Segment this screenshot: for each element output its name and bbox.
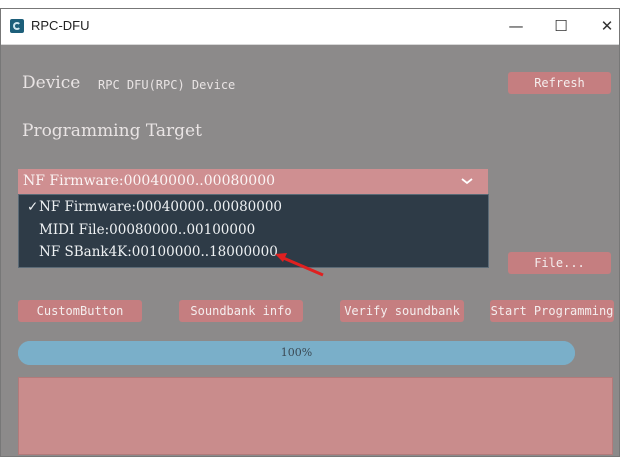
dropdown-option-label: MIDI File:00080000..00100000 xyxy=(39,222,256,238)
device-label: Device xyxy=(22,73,81,93)
window-title: RPC-DFU xyxy=(31,18,90,33)
chevron-down-icon[interactable] xyxy=(460,174,474,188)
file-button[interactable]: File... xyxy=(508,252,611,274)
soundbank-info-button[interactable]: Soundbank info xyxy=(179,300,303,322)
log-output[interactable] xyxy=(18,377,613,455)
programming-target-dropdown: ✓NF Firmware:00040000..00080000 MIDI Fil… xyxy=(18,194,489,268)
verify-soundbank-button[interactable]: Verify soundbank xyxy=(340,300,464,322)
app-window: RPC-DFU — ☐ ✕ Device RPC DFU(RPC) Device… xyxy=(0,8,620,457)
minimize-button[interactable]: — xyxy=(503,15,529,37)
dropdown-option-nf-sbank[interactable]: NF SBank4K:00100000..18000000 xyxy=(27,242,278,262)
programming-target-selected: NF Firmware:00040000..00080000 xyxy=(23,173,276,189)
check-icon: ✓ xyxy=(27,199,39,215)
programming-target-label: Programming Target xyxy=(22,121,202,141)
red-arrow-annotation xyxy=(275,253,324,277)
refresh-button[interactable]: Refresh xyxy=(508,72,611,94)
dropdown-option-label: NF Firmware:00040000..00080000 xyxy=(39,199,283,215)
custom-button[interactable]: CustomButton xyxy=(18,300,142,322)
dropdown-option-midi-file[interactable]: MIDI File:00080000..00100000 xyxy=(27,220,255,240)
main-panel: Device RPC DFU(RPC) Device Refresh Progr… xyxy=(1,45,619,456)
programming-target-select[interactable]: NF Firmware:00040000..00080000 xyxy=(18,169,488,194)
progress-bar: 100% xyxy=(18,341,575,365)
close-button[interactable]: ✕ xyxy=(594,15,619,37)
dropdown-option-label: NF SBank4K:00100000..18000000 xyxy=(39,244,278,260)
start-programming-button[interactable]: Start Programming xyxy=(490,300,614,322)
maximize-button[interactable]: ☐ xyxy=(548,15,574,37)
title-bar[interactable]: RPC-DFU — ☐ ✕ xyxy=(1,9,619,45)
device-name: RPC DFU(RPC) Device xyxy=(98,78,236,92)
app-icon xyxy=(10,19,24,33)
dropdown-option-nf-firmware[interactable]: ✓NF Firmware:00040000..00080000 xyxy=(27,197,282,217)
progress-text: 100% xyxy=(280,346,313,359)
